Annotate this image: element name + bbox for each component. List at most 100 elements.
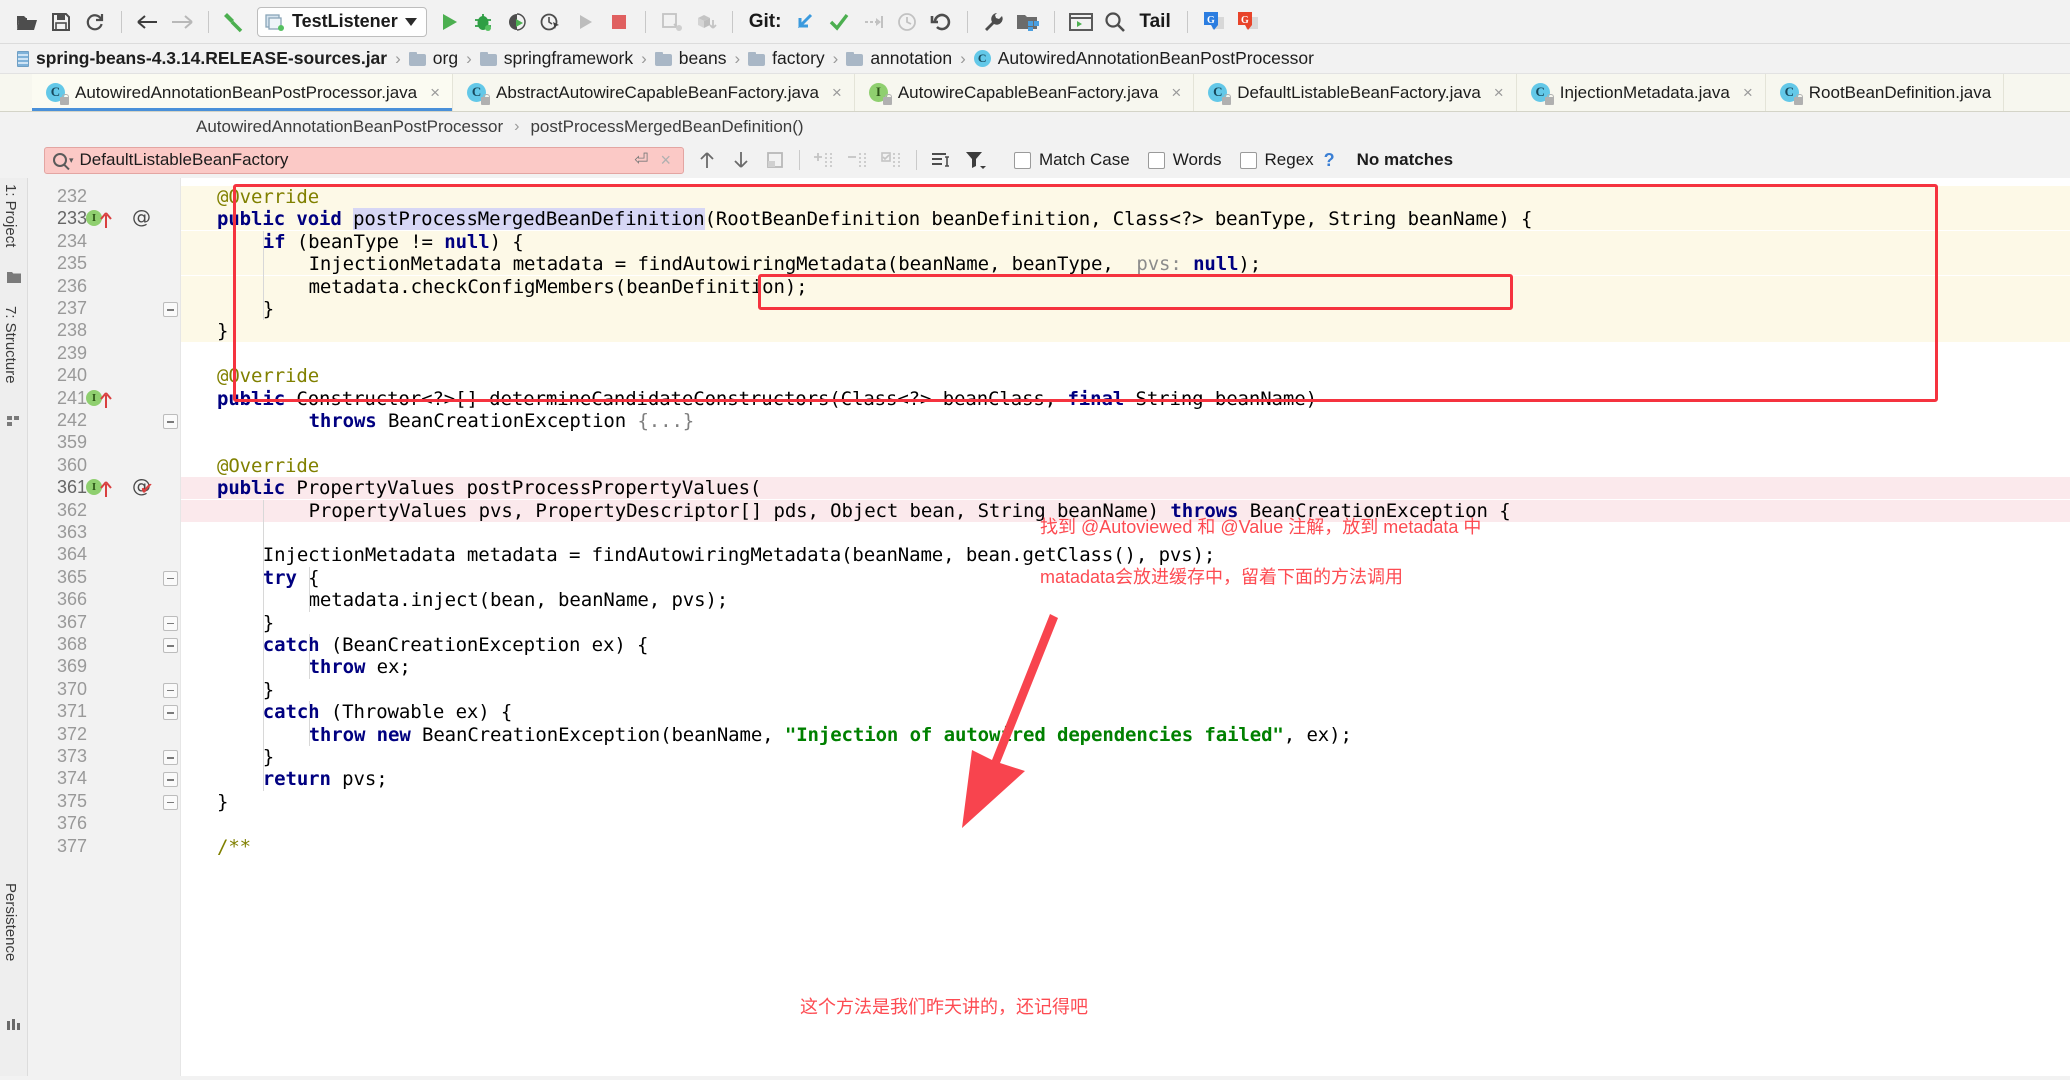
deploy-icon[interactable] (689, 6, 723, 38)
annotation-marker-icon[interactable]: @ (132, 206, 151, 228)
find-in-selection-icon[interactable] (758, 145, 792, 175)
search-icon[interactable] (1098, 6, 1132, 38)
profiler-icon[interactable] (534, 6, 568, 38)
code-line: /** (217, 835, 252, 858)
editor-gutter[interactable]: 232 233 234 235 236 237 238 239 240 241 242 359 360 3… (28, 178, 181, 1076)
open-folder-icon[interactable] (10, 6, 44, 38)
run-configuration-selector[interactable]: TestListener (257, 6, 427, 37)
forward-arrow-icon[interactable] (165, 6, 199, 38)
sync-icon[interactable] (78, 6, 112, 38)
breadcrumb-item-annotation[interactable]: annotation (843, 48, 955, 69)
debug-icon[interactable] (466, 6, 500, 38)
breadcrumb-item-beans[interactable]: beans (652, 48, 730, 69)
fold-marker[interactable] (163, 638, 178, 653)
google-translate-red-icon[interactable]: G (1231, 6, 1265, 38)
stop-icon[interactable] (602, 6, 636, 38)
close-icon[interactable]: × (1171, 84, 1181, 101)
git-revert-icon[interactable] (924, 6, 958, 38)
run-with-coverage-icon[interactable] (500, 6, 534, 38)
clear-icon[interactable]: × (654, 150, 677, 171)
breadcrumb-item-factory[interactable]: factory (745, 48, 828, 69)
update-project-icon[interactable] (655, 6, 689, 38)
close-icon[interactable]: × (832, 84, 842, 101)
match-case-label[interactable]: Match Case (1039, 150, 1130, 170)
fold-marker[interactable] (163, 414, 178, 429)
fold-marker[interactable] (163, 750, 178, 765)
fold-marker[interactable] (163, 682, 178, 698)
tab-AbstractAutowireCapableBeanFactory[interactable]: C AbstractAutowireCapableBeanFactory.jav… (453, 74, 855, 111)
breadcrumb-item-springframework[interactable]: springframework (477, 48, 636, 69)
class-icon: C (467, 82, 491, 105)
find-next-icon[interactable] (724, 145, 758, 175)
bookmark-marker-icon[interactable]: ✔ (140, 479, 153, 499)
select-occurrences-icon[interactable] (875, 145, 909, 175)
git-history-icon[interactable] (890, 6, 924, 38)
breadcrumb-item-org[interactable]: org (406, 48, 461, 69)
breadcrumb-method[interactable]: postProcessMergedBeanDefinition() (530, 117, 803, 137)
close-icon[interactable]: × (430, 84, 440, 101)
lock-icon (1544, 93, 1554, 105)
fold-marker[interactable] (163, 705, 178, 721)
overrides-marker-icon[interactable] (100, 390, 112, 413)
tab-AutowireCapableBeanFactory[interactable]: I AutowireCapableBeanFactory.java × (854, 74, 1195, 111)
code-line: } (262, 746, 275, 768)
add-occurrence-icon[interactable] (807, 145, 841, 175)
terminal-icon[interactable] (1064, 6, 1098, 38)
sidebar-item-structure[interactable]: 7: Structure (2, 306, 19, 384)
regex-checkbox[interactable] (1239, 151, 1257, 169)
back-arrow-icon[interactable] (131, 6, 165, 38)
line-number: 375 (56, 790, 87, 811)
google-translate-blue-icon[interactable]: G (1197, 6, 1231, 38)
line-number: 234 (56, 230, 87, 251)
words-checkbox[interactable] (1147, 151, 1165, 169)
git-update-icon[interactable] (788, 6, 822, 38)
jar-icon (17, 50, 29, 67)
project-structure-icon[interactable] (1011, 6, 1045, 38)
regex-label[interactable]: Regex (1265, 150, 1314, 170)
line-number: 376 (56, 813, 87, 834)
rerun-icon[interactable] (568, 6, 602, 38)
fold-marker[interactable] (163, 570, 178, 586)
find-previous-icon[interactable] (690, 145, 724, 175)
wrench-icon[interactable] (977, 6, 1011, 38)
fold-marker[interactable] (163, 772, 178, 788)
tab-DefaultListableBeanFactory[interactable]: C DefaultListableBeanFactory.java × (1194, 74, 1517, 111)
git-commit-icon[interactable] (822, 6, 856, 38)
line-number: 241 (56, 387, 87, 408)
chevron-down-icon[interactable] (404, 17, 417, 26)
close-icon[interactable]: × (1494, 84, 1504, 101)
filter-icon[interactable] (958, 145, 992, 175)
overrides-marker-icon[interactable] (100, 210, 112, 233)
breadcrumb-class[interactable]: AutowiredAnnotationBeanPostProcessor (196, 117, 503, 137)
remove-occurrence-icon[interactable] (841, 145, 875, 175)
tab-InjectionMetadata[interactable]: C InjectionMetadata.java × (1516, 74, 1766, 111)
breadcrumb-item-jar[interactable]: spring-beans-4.3.14.RELEASE-sources.jar (14, 48, 390, 69)
indent-guide (262, 499, 264, 791)
fold-marker[interactable] (163, 302, 178, 317)
sidebar-item-project[interactable]: 1: Project (2, 184, 19, 247)
tab-RootBeanDefinition[interactable]: C RootBeanDefinition.java (1765, 74, 2005, 111)
run-icon[interactable] (432, 6, 466, 38)
match-case-checkbox[interactable] (1014, 151, 1031, 169)
code-content[interactable]: @Override public void postProcessMergedBe… (181, 178, 2070, 1076)
search-icon[interactable] (53, 153, 67, 167)
fold-marker[interactable] (163, 794, 178, 810)
tab-AutowiredAnnotationBeanPostProcessor[interactable]: C AutowiredAnnotationBeanPostProcessor.j… (32, 74, 454, 111)
select-all-occurrences-icon[interactable] (924, 145, 958, 175)
overrides-marker-icon[interactable] (100, 479, 112, 502)
chevron-down-icon[interactable]: ▾ (69, 155, 74, 166)
git-push-icon[interactable] (856, 6, 890, 38)
save-all-icon[interactable] (44, 6, 78, 38)
search-input[interactable]: ▾ DefaultListableBeanFactory ⏎ × (44, 146, 684, 174)
close-icon[interactable]: × (1743, 84, 1753, 101)
fold-marker[interactable] (163, 615, 178, 631)
hammer-icon[interactable] (218, 6, 252, 38)
tail-label[interactable]: Tail (1132, 11, 1177, 33)
breadcrumb-item-class[interactable]: C AutowiredAnnotationBeanPostProcessor (971, 48, 1317, 69)
line-number: 377 (56, 835, 87, 856)
help-icon[interactable]: ? (1324, 150, 1335, 171)
find-toolbar: ▾ DefaultListableBeanFactory ⏎ × Match C… (0, 142, 2070, 178)
multiline-icon[interactable]: ⏎ (634, 150, 648, 170)
sidebar-item-persistence[interactable]: Persistence (2, 883, 19, 961)
words-label[interactable]: Words (1173, 150, 1222, 170)
